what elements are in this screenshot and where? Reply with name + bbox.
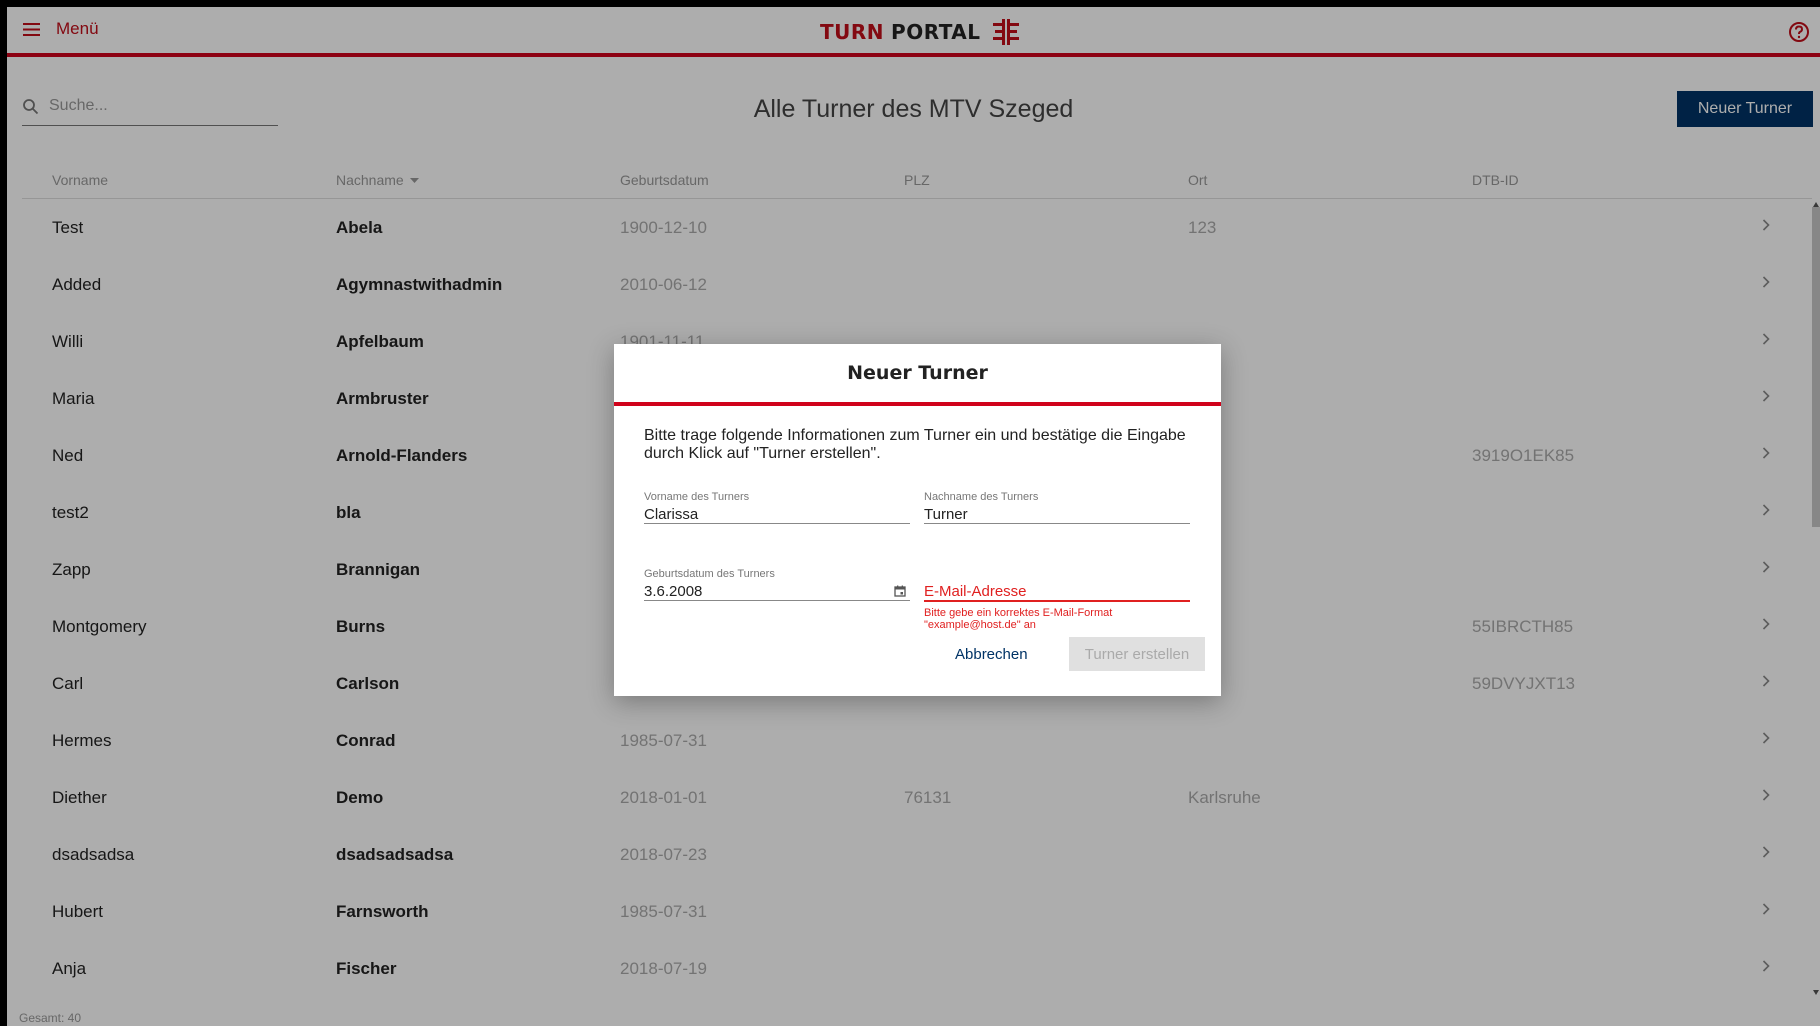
dialog-instructions: Bitte trage folgende Informationen zum T…	[644, 427, 1186, 462]
email-field[interactable]: Bitte gebe ein korrektes E-Mail-Format "…	[924, 568, 1190, 631]
firstname-underline	[644, 523, 910, 524]
firstname-field[interactable]: Vorname des Turners	[644, 491, 910, 531]
birthdate-underline	[644, 600, 910, 601]
birthdate-field[interactable]: Geburtsdatum des Turners	[644, 568, 910, 608]
dialog-title: Neuer Turner	[847, 362, 988, 384]
lastname-input[interactable]	[924, 505, 1154, 523]
lastname-underline	[924, 523, 1190, 524]
lastname-label: Nachname des Turners	[924, 491, 1039, 503]
firstname-label: Vorname des Turners	[644, 491, 750, 503]
app-viewport: Menü TURN PORTAL Suche... Alle Turner de…	[7, 7, 1820, 1026]
create-turner-button[interactable]: Turner erstellen	[1069, 637, 1205, 671]
new-turner-dialog: Neuer Turner Bitte trage folgende Inform…	[614, 344, 1221, 696]
birthdate-input[interactable]	[644, 582, 874, 600]
birthdate-label: Geburtsdatum des Turners	[644, 568, 775, 580]
email-underline	[924, 600, 1190, 602]
email-input[interactable]	[924, 582, 1154, 600]
firstname-input[interactable]	[644, 505, 874, 523]
cancel-button[interactable]: Abbrechen	[949, 645, 1034, 664]
calendar-icon[interactable]	[894, 585, 906, 597]
lastname-field[interactable]: Nachname des Turners	[924, 491, 1190, 531]
email-error-message: Bitte gebe ein korrektes E-Mail-Format "…	[924, 607, 1113, 631]
dialog-divider	[614, 402, 1221, 406]
